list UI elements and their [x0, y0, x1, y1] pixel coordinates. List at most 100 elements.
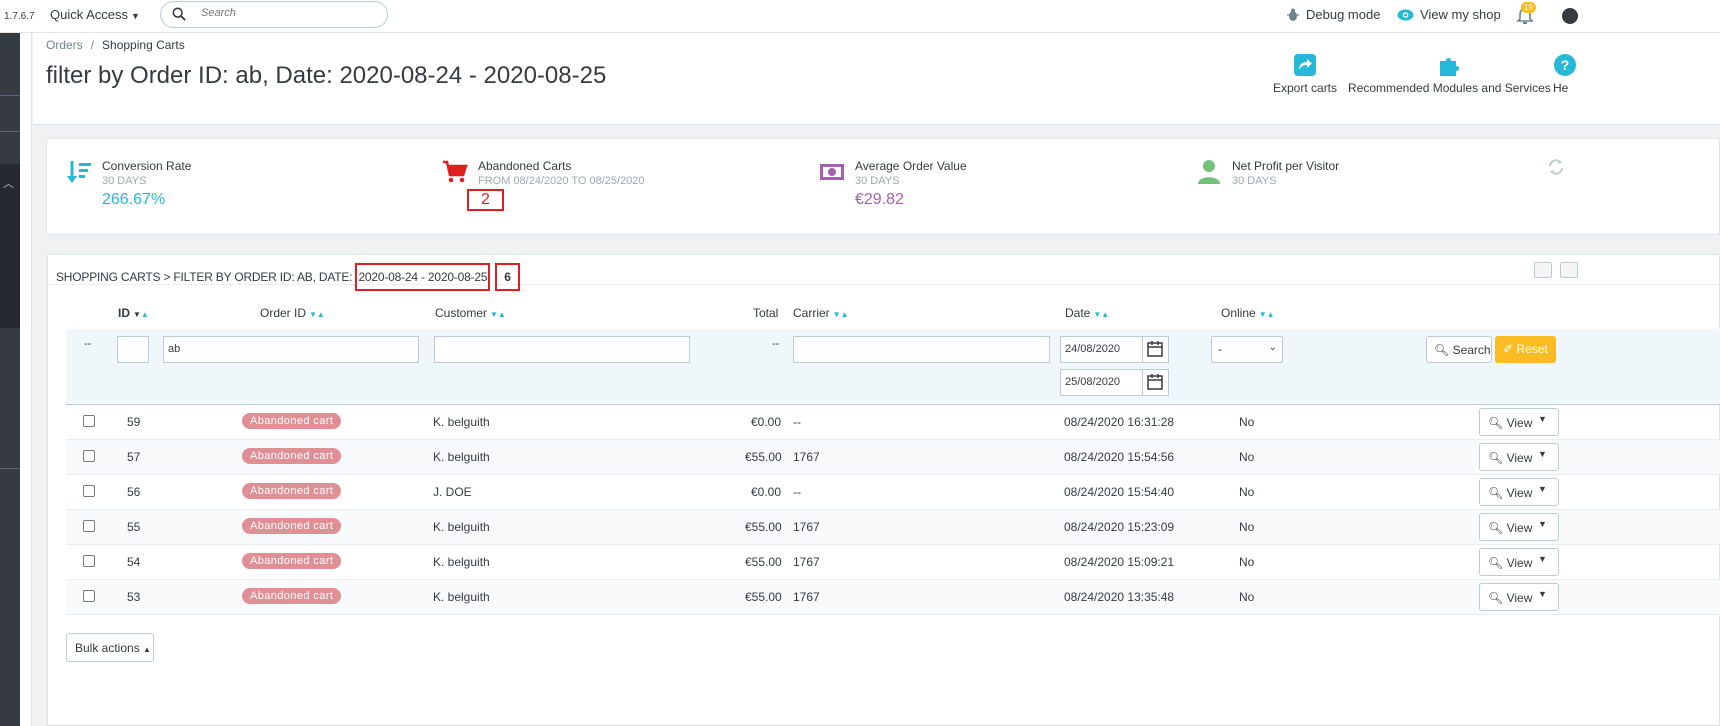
sort-icon[interactable]: ▼▲	[833, 310, 849, 319]
cell-carrier: --	[793, 485, 801, 499]
view-label: View	[1506, 591, 1533, 605]
reset-button[interactable]: ✐ Reset	[1495, 336, 1556, 363]
row-checkbox[interactable]	[83, 450, 95, 462]
column-label: Date	[1065, 306, 1091, 320]
caret-up-icon: ▲	[143, 645, 151, 654]
debug-mode-label: Debug mode	[1306, 7, 1381, 22]
caret-down-icon[interactable]: ▼	[1538, 449, 1547, 459]
order-id-filter-input[interactable]: ab	[163, 336, 419, 363]
kpi-subtitle: FROM 08/24/2020 TO 08/25/2020	[478, 175, 645, 187]
view-button[interactable]: 🔍︎ View ▼	[1479, 408, 1559, 436]
bulk-actions-button[interactable]: Bulk actions ▲	[66, 633, 154, 662]
date-from-input[interactable]: 24/08/2020	[1060, 336, 1143, 363]
carrier-filter-input[interactable]	[793, 336, 1050, 363]
cell-online: No	[1239, 485, 1255, 499]
debug-mode-link[interactable]: Debug mode	[1286, 7, 1380, 22]
kpi-subtitle: 30 DAYS	[102, 175, 147, 187]
search-icon	[172, 7, 186, 21]
panel-title-date: 2020-08-24 - 2020-08-25	[355, 263, 491, 291]
column-header-total: Total	[753, 306, 778, 320]
table-row[interactable]: 57 Abandoned cart K. belguith €55.00 176…	[66, 440, 1720, 475]
search-button[interactable]: 🔍︎ Search	[1426, 336, 1492, 363]
breadcrumb-current: Shopping Carts	[102, 38, 185, 52]
kpi-subtitle: 30 DAYS	[855, 175, 900, 187]
chevron-up-icon[interactable]: ︿	[3, 175, 14, 191]
eraser-icon: ✐	[1503, 342, 1514, 356]
cell-customer: K. belguith	[433, 555, 490, 569]
sort-icon[interactable]: ▼▲	[133, 310, 149, 319]
view-button[interactable]: 🔍︎ View ▼	[1479, 513, 1559, 541]
calendar-icon[interactable]	[1143, 336, 1169, 363]
column-header-date[interactable]: Date ▼▲	[1065, 306, 1109, 320]
column-header-customer[interactable]: Customer ▼▲	[435, 306, 506, 320]
help-label: He	[1553, 81, 1569, 95]
recommended-modules-label: Recommended Modules and Services	[1348, 81, 1551, 95]
caret-down-icon[interactable]: ▼	[1538, 414, 1547, 424]
online-filter-select[interactable]: - ⌄	[1211, 336, 1283, 363]
table-row[interactable]: 54 Abandoned cart K. belguith €55.00 176…	[66, 545, 1720, 580]
help-button[interactable]: ? He	[1553, 53, 1593, 95]
money-icon	[820, 164, 844, 180]
view-shop-link[interactable]: View my shop	[1397, 7, 1501, 22]
column-header-order-id[interactable]: Order ID ▼▲	[260, 306, 325, 320]
refresh-icon[interactable]	[1548, 159, 1564, 175]
row-checkbox[interactable]	[83, 520, 95, 532]
column-header-online[interactable]: Online ▼▲	[1221, 306, 1275, 320]
quick-access-menu[interactable]: Quick Access ▼	[50, 7, 140, 22]
calendar-icon[interactable]	[1143, 369, 1169, 396]
date-to-input[interactable]: 25/08/2020	[1060, 369, 1143, 396]
view-button[interactable]: 🔍︎ View ▼	[1479, 548, 1559, 576]
view-label: View	[1506, 521, 1533, 535]
column-header-carrier[interactable]: Carrier ▼▲	[793, 306, 849, 320]
sort-icon[interactable]: ▼▲	[490, 310, 506, 319]
caret-down-icon[interactable]: ▼	[1538, 589, 1547, 599]
row-checkbox[interactable]	[83, 485, 95, 497]
export-carts-button[interactable]: Export carts	[1273, 53, 1337, 95]
profile-avatar[interactable]	[1562, 8, 1578, 24]
cell-id: 55	[127, 520, 141, 534]
sort-icon[interactable]: ▼▲	[309, 310, 325, 319]
sidebar: ︿	[0, 33, 20, 726]
view-button[interactable]: 🔍︎ View ▼	[1479, 443, 1559, 471]
export-icon	[1294, 54, 1317, 76]
header-search[interactable]	[160, 1, 388, 28]
sort-icon[interactable]: ▼▲	[1259, 310, 1275, 319]
caret-down-icon: ▼	[131, 11, 140, 21]
view-button[interactable]: 🔍︎ View ▼	[1479, 583, 1559, 611]
sort-icon[interactable]: ▼▲	[1093, 310, 1109, 319]
recommended-modules-button[interactable]: Recommended Modules and Services	[1348, 53, 1551, 95]
cell-online: No	[1239, 415, 1255, 429]
breadcrumb-orders[interactable]: Orders	[46, 38, 83, 52]
row-checkbox[interactable]	[83, 555, 95, 567]
row-checkbox[interactable]	[83, 590, 95, 602]
caret-down-icon[interactable]: ▼	[1538, 554, 1547, 564]
view-button[interactable]: 🔍︎ View ▼	[1479, 478, 1559, 506]
table-row[interactable]: 55 Abandoned cart K. belguith €55.00 176…	[66, 510, 1720, 545]
top-bar: 1.7.6.7 Quick Access▼ Debug mode View my…	[0, 0, 1720, 33]
cell-id: 56	[127, 485, 141, 499]
version-label: 1.7.6.7	[4, 11, 35, 22]
cell-total: €55.00	[745, 450, 782, 464]
search-icon: 🔍︎	[1434, 343, 1450, 357]
row-checkbox[interactable]	[83, 415, 95, 427]
caret-down-icon[interactable]: ▼	[1538, 519, 1547, 529]
kpi-row: Conversion Rate 30 DAYS 266.67% Abandone…	[46, 138, 1720, 235]
sidebar-edge	[20, 33, 32, 726]
cell-date: 08/24/2020 15:54:56	[1064, 450, 1175, 464]
reset-button-label: Reset	[1516, 342, 1548, 356]
table-row[interactable]: 59 Abandoned cart K. belguith €0.00 -- 0…	[66, 405, 1720, 440]
search-input[interactable]	[201, 7, 371, 19]
cell-date: 08/24/2020 15:09:21	[1064, 555, 1175, 569]
cell-date: 08/24/2020 15:54:40	[1064, 485, 1175, 499]
cell-date: 08/24/2020 15:23:09	[1064, 520, 1175, 534]
cell-customer: J. DOE	[433, 485, 472, 499]
refresh-list-icon[interactable]	[1560, 262, 1578, 278]
table-row[interactable]: 53 Abandoned cart K. belguith €55.00 176…	[66, 580, 1720, 615]
customer-filter-input[interactable]	[434, 336, 690, 363]
export-icon[interactable]	[1534, 262, 1552, 278]
id-filter-input[interactable]	[117, 336, 149, 363]
column-header-id[interactable]: ID ▼▲	[118, 306, 149, 320]
cell-online: No	[1239, 590, 1255, 604]
table-row[interactable]: 56 Abandoned cart J. DOE €0.00 -- 08/24/…	[66, 475, 1720, 510]
caret-down-icon[interactable]: ▼	[1538, 484, 1547, 494]
